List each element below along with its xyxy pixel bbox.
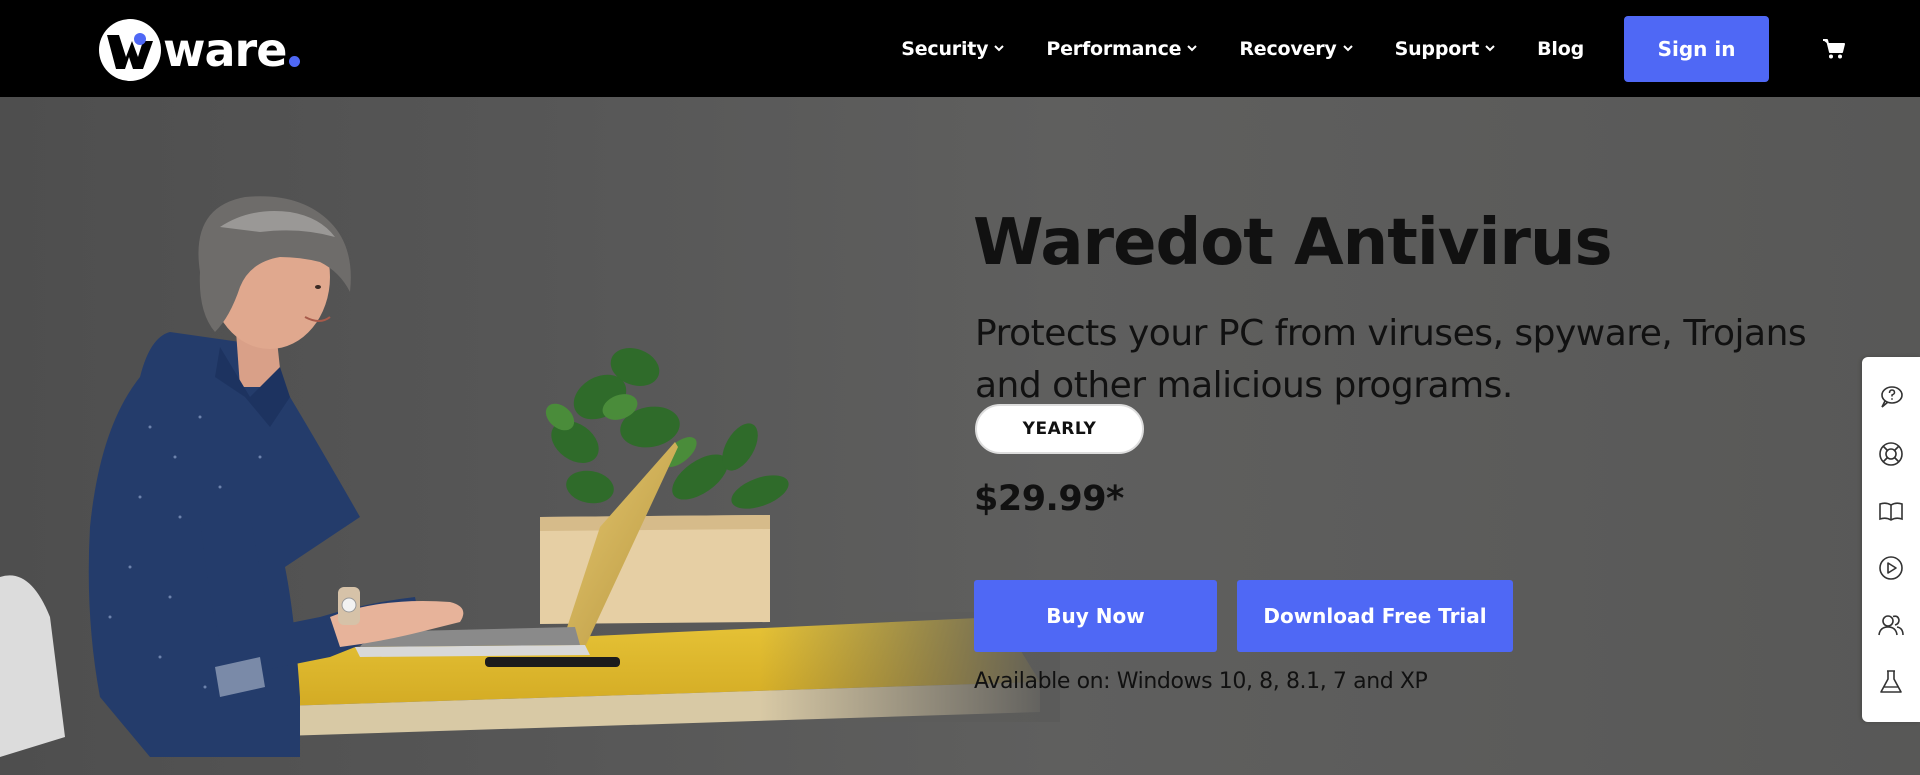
logo-w-icon [99,19,161,81]
logo-text: ware [163,23,287,77]
sign-in-button[interactable]: Sign in [1624,16,1769,82]
hero-photo [0,196,1060,757]
nav-item-security[interactable]: Security [901,37,1005,60]
nav-item-label: Recovery [1239,37,1337,60]
book-icon[interactable] [1877,497,1905,525]
logo-dot [289,56,301,67]
nav-item-recovery[interactable]: Recovery [1239,37,1353,60]
chevron-down-icon [1187,45,1198,52]
download-trial-button[interactable]: Download Free Trial [1237,580,1513,652]
main-nav: Security Performance Recovery Support Bl… [901,0,1584,97]
nav-item-support[interactable]: Support [1395,38,1496,60]
product-price: $29.99* [974,479,1124,519]
nav-item-label: Security [901,37,989,60]
chat-help-icon[interactable] [1877,383,1905,411]
top-navigation-bar: ware Security Performance Recovery Suppo… [0,0,1920,97]
product-subtitle: Protects your PC from viruses, spyware, … [975,313,1807,406]
brand-logo[interactable]: ware [99,19,301,81]
flask-icon[interactable] [1877,668,1905,696]
plan-toggle-yearly[interactable]: YEARLY [975,404,1144,454]
chevron-down-icon [994,45,1005,52]
buy-now-button[interactable]: Buy Now [974,580,1217,652]
cart-icon[interactable] [1822,38,1846,60]
play-icon[interactable] [1877,554,1905,582]
nav-item-label: Blog [1537,37,1584,60]
nav-item-blog[interactable]: Blog [1537,38,1584,60]
chevron-down-icon [1485,45,1495,52]
availability-text: Available on: Windows 10, 8, 8.1, 7 and … [974,669,1428,694]
nav-item-label: Performance [1046,37,1182,60]
users-icon[interactable] [1877,611,1905,639]
chevron-down-icon [1342,45,1353,52]
lifebuoy-icon[interactable] [1877,440,1905,468]
side-toolbar [1862,357,1920,722]
product-title: Waredot Antivirus [973,205,1613,280]
nav-item-performance[interactable]: Performance [1046,37,1198,60]
nav-item-label: Support [1394,37,1480,60]
hero-section: Waredot Antivirus Protects your PC from … [0,97,1920,775]
